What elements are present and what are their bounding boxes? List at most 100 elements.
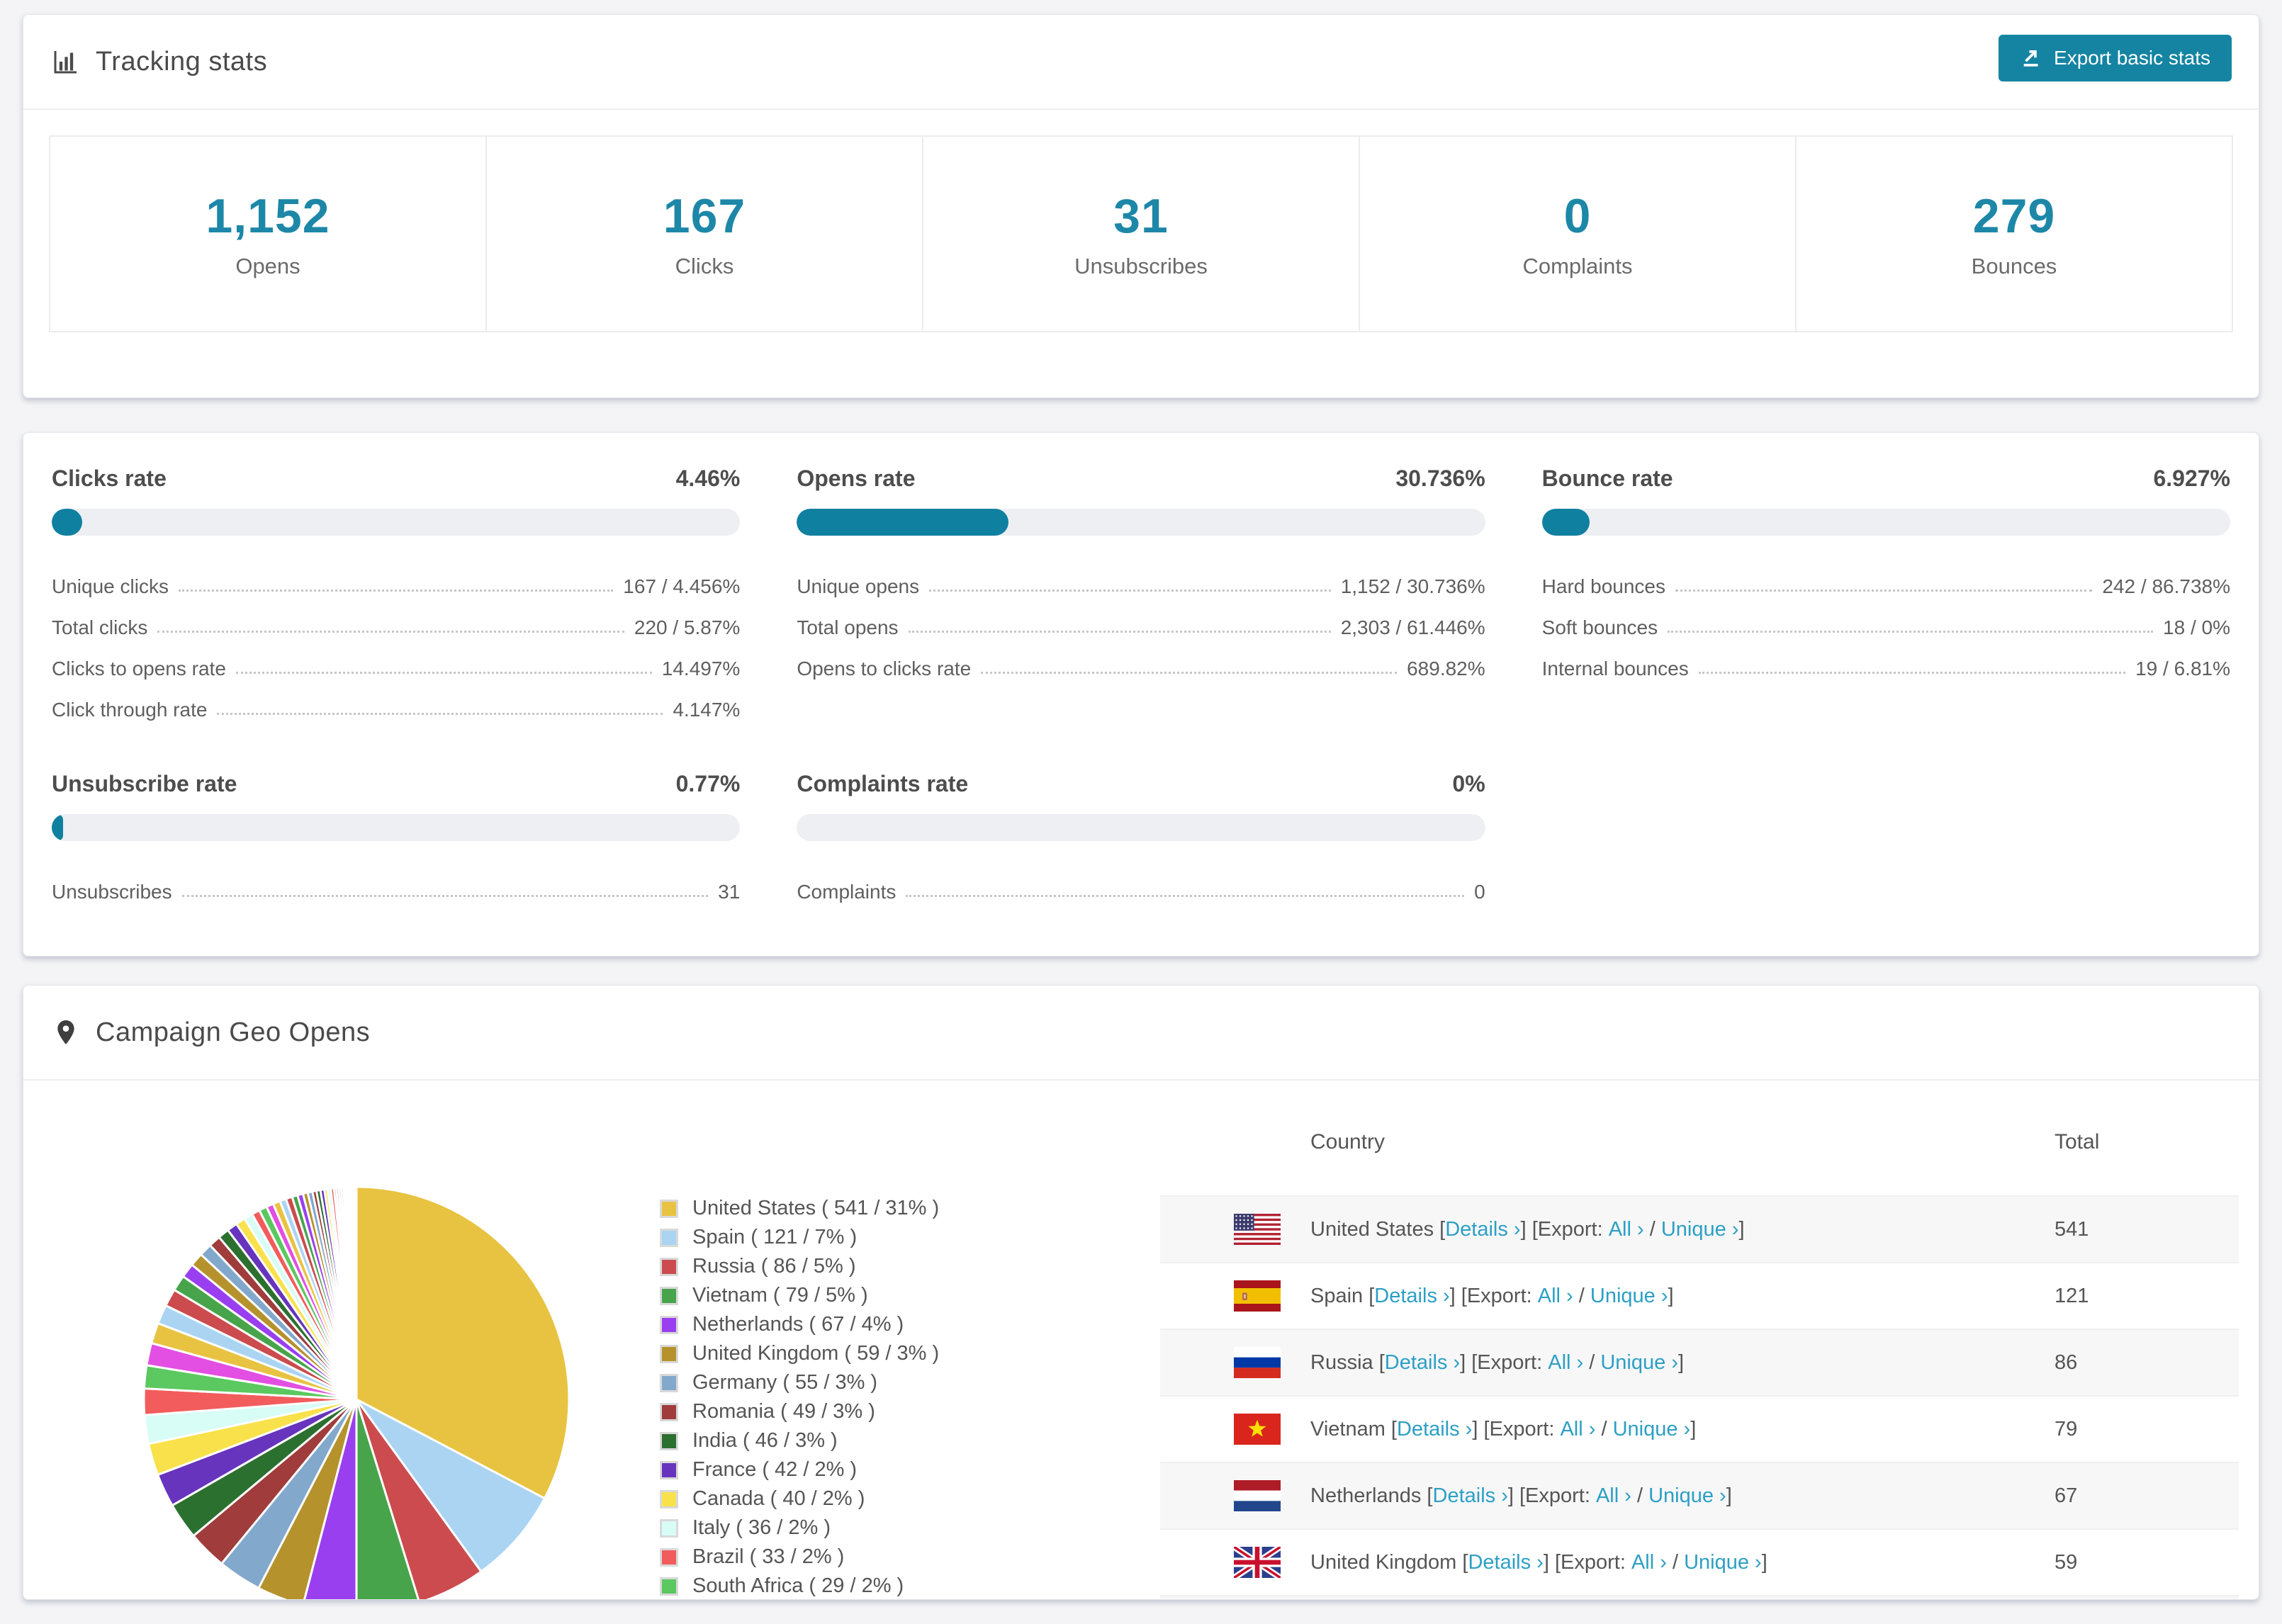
summary-label: Bounces <box>1971 254 2057 278</box>
export-all-link[interactable]: All › <box>1538 1285 1573 1308</box>
legend-label: Romania ( 49 / 3% ) <box>692 1400 875 1423</box>
summary-cell-bounces: 279 Bounces <box>1797 137 2232 331</box>
details-link[interactable]: Details › <box>1374 1285 1449 1308</box>
rate-row-label: Unique clicks <box>52 575 169 597</box>
rate-row-value: 689.82% <box>1407 658 1485 680</box>
rate-title: Unsubscribe rate <box>52 771 237 796</box>
legend-item-germany[interactable]: Germany ( 55 / 3% ) <box>660 1368 939 1397</box>
rate-row: Complaints 0 <box>797 862 1485 903</box>
dotted-leader <box>1698 672 2126 674</box>
rate-section-opens-rate: Opens rate 30.736% Unique opens 1,152 / 30.… <box>797 466 1485 721</box>
geo-table-row-netherlands: Netherlands [Details ›] [Export: All › /… <box>1160 1462 2239 1528</box>
legend-item-russia[interactable]: Russia ( 86 / 5% ) <box>660 1252 939 1281</box>
geo-table-row-russia: Russia [Details ›] [Export: All › / Uniq… <box>1160 1329 2239 1395</box>
rates-card: Clicks rate 4.46% Unique clicks 167 / 4.456… <box>23 432 2259 957</box>
export-all-link[interactable]: All › <box>1548 1351 1583 1375</box>
details-link[interactable]: Details › <box>1385 1351 1460 1375</box>
legend-item-france[interactable]: France ( 42 / 2% ) <box>660 1455 939 1484</box>
legend-label: Italy ( 36 / 2% ) <box>692 1516 831 1539</box>
legend-item-brazil[interactable]: Brazil ( 33 / 2% ) <box>660 1543 939 1572</box>
country-column-header: Country <box>1310 1130 1386 1154</box>
rate-section-header: Unsubscribe rate 0.77% <box>52 771 740 797</box>
legend-item-romania[interactable]: Romania ( 49 / 3% ) <box>660 1397 939 1426</box>
rate-rows: Complaints 0 <box>797 862 1485 903</box>
total-cell: 67 <box>2055 1484 2078 1507</box>
legend-item-vietnam[interactable]: Vietnam ( 79 / 5% ) <box>660 1281 939 1310</box>
rate-row: Opens to clicks rate 689.82% <box>797 639 1485 680</box>
rate-value: 30.736% <box>1395 466 1485 491</box>
location-pin-icon <box>57 1020 74 1044</box>
export-basic-stats-button[interactable]: Export basic stats <box>1999 35 2232 81</box>
legend-item-spain[interactable]: Spain ( 121 / 7% ) <box>660 1223 939 1252</box>
progress-bar-fill <box>797 509 1008 536</box>
rate-section-bounce-rate: Bounce rate 6.927% Hard bounces 242 / 86.73… <box>1541 466 2230 721</box>
rate-row-label: Complaints <box>797 881 896 903</box>
progress-bar-track <box>52 509 741 536</box>
rate-section-header: Clicks rate 4.46% <box>52 466 740 492</box>
rate-row-value: 19 / 6.81% <box>2135 658 2230 680</box>
total-cell: 59 <box>2055 1550 2078 1574</box>
summary-label: Clicks <box>675 254 734 278</box>
export-unique-link[interactable]: Unique › <box>1684 1551 1762 1574</box>
rate-row-label: Click through rate <box>52 699 208 721</box>
export-all-link[interactable]: All › <box>1560 1418 1595 1441</box>
flag-us-icon <box>1234 1214 1281 1245</box>
progress-bar-fill <box>52 509 83 536</box>
export-unique-link[interactable]: Unique › <box>1648 1484 1726 1508</box>
rate-row-label: Total clicks <box>52 616 148 638</box>
rate-value: 4.46% <box>675 466 741 491</box>
export-unique-link[interactable]: Unique › <box>1590 1285 1668 1308</box>
flag-es-icon <box>1234 1280 1281 1312</box>
country-cell: United States [Details ›] [Export: All ›… <box>1160 1214 2055 1245</box>
details-link[interactable]: Details › <box>1468 1551 1543 1574</box>
summary-value: 31 <box>1113 189 1169 243</box>
total-cell: 79 <box>2055 1417 2078 1440</box>
dotted-leader <box>906 895 1465 897</box>
legend-item-canada[interactable]: Canada ( 40 / 2% ) <box>660 1484 939 1513</box>
export-icon <box>2023 50 2038 67</box>
legend-swatch <box>660 1431 678 1450</box>
flag-ru-icon <box>1234 1347 1281 1378</box>
legend-item-south-africa[interactable]: South Africa ( 29 / 2% ) <box>660 1572 939 1599</box>
export-all-link[interactable]: All › <box>1596 1484 1631 1508</box>
export-unique-link[interactable]: Unique › <box>1661 1218 1739 1241</box>
details-link[interactable]: Details › <box>1433 1484 1508 1508</box>
rate-row: Click through rate 4.147% <box>52 680 740 721</box>
rate-row: Unsubscribes 31 <box>52 862 740 903</box>
legend-item-united-kingdom[interactable]: United Kingdom ( 59 / 3% ) <box>660 1339 939 1368</box>
dotted-leader <box>181 895 709 897</box>
export-unique-link[interactable]: Unique › <box>1600 1351 1678 1375</box>
flag-gb-icon <box>1234 1547 1281 1578</box>
country-name: Vietnam [ <box>1310 1417 1397 1440</box>
legend-item-india[interactable]: India ( 46 / 3% ) <box>660 1426 939 1455</box>
legend-item-netherlands[interactable]: Netherlands ( 67 / 4% ) <box>660 1310 939 1339</box>
legend-label: Russia ( 86 / 5% ) <box>692 1255 856 1278</box>
details-link[interactable]: Details › <box>1397 1418 1472 1441</box>
legend-swatch <box>660 1402 678 1421</box>
export-unique-link[interactable]: Unique › <box>1613 1418 1691 1441</box>
rate-row-value: 4.147% <box>673 699 741 721</box>
dotted-leader <box>178 590 614 592</box>
rate-row: Unique opens 1,152 / 30.736% <box>797 557 1485 598</box>
rate-row-value: 18 / 0% <box>2163 616 2230 638</box>
rate-row: Unique clicks 167 / 4.456% <box>52 557 740 598</box>
rate-row-label: Total opens <box>797 616 899 638</box>
rate-title: Bounce rate <box>1541 466 1673 491</box>
export-all-link[interactable]: All › <box>1631 1551 1667 1574</box>
legend-item-italy[interactable]: Italy ( 36 / 2% ) <box>660 1513 939 1543</box>
legend-swatch <box>660 1199 678 1218</box>
summary-cell-complaints: 0 Complaints <box>1360 137 1797 331</box>
rate-row-value: 31 <box>718 881 741 903</box>
rate-row-value: 2,303 / 61.446% <box>1340 616 1485 638</box>
legend-item-united-states[interactable]: United States ( 541 / 31% ) <box>660 1194 939 1223</box>
campaign-geo-opens-card: Campaign Geo Opens United States ( 541 /… <box>23 985 2259 1600</box>
export-all-link[interactable]: All › <box>1609 1218 1644 1241</box>
export-button-label: Export basic stats <box>2054 47 2210 69</box>
geo-table-row-spain: Spain [Details ›] [Export: All › / Uniqu… <box>1160 1262 2239 1329</box>
rate-rows: Unsubscribes 31 <box>52 862 740 903</box>
summary-label: Opens <box>235 254 300 278</box>
rate-row: Hard bounces 242 / 86.738% <box>1542 557 2230 598</box>
country-cell: Spain [Details ›] [Export: All › / Uniqu… <box>1160 1280 2055 1312</box>
flag-nl-icon <box>1234 1480 1281 1511</box>
details-link[interactable]: Details › <box>1445 1218 1520 1241</box>
